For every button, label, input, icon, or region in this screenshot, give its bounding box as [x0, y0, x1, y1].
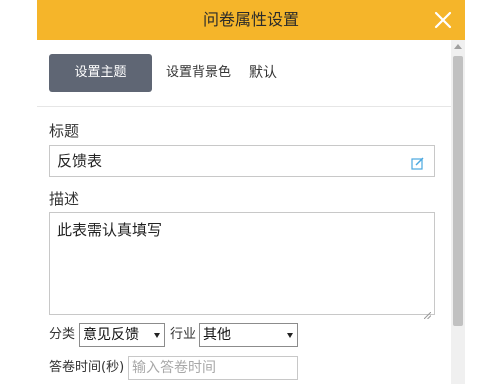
category-label: 分类 — [49, 327, 76, 342]
set-background-button[interactable]: 设置背景色 — [166, 54, 231, 92]
category-row: 分类 意见反馈 行业 其他 — [49, 323, 439, 347]
divider — [37, 106, 451, 107]
description-field[interactable]: 此表需认真填写 — [49, 212, 435, 320]
industry-selected: 其他 — [203, 327, 231, 343]
close-icon — [434, 11, 452, 29]
time-label: 答卷时间(秒) — [49, 360, 125, 375]
time-placeholder: 输入答卷时间 — [132, 360, 216, 376]
time-input[interactable]: 输入答卷时间 — [128, 356, 298, 380]
dialog-title: 问卷属性设置 — [202, 10, 299, 29]
default-button[interactable]: 默认 — [249, 54, 277, 92]
dialog-content: 设置主题 设置背景色 默认 标题 反馈表 描述 此表需认真填写 分类 意见反馈 … — [37, 40, 451, 384]
survey-properties-dialog: 问卷属性设置 设置主题 设置背景色 默认 标题 反馈表 描述 此表需认真填写 分… — [37, 0, 465, 384]
scroll-up-icon[interactable] — [454, 44, 462, 49]
category-select[interactable]: 意见反馈 — [79, 323, 165, 347]
dialog-titlebar: 问卷属性设置 — [37, 0, 465, 40]
title-field[interactable]: 反馈表 — [49, 145, 435, 177]
category-selected: 意见反馈 — [83, 327, 139, 343]
chevron-down-icon — [287, 333, 293, 338]
edit-icon[interactable] — [411, 155, 424, 170]
scrollbar[interactable] — [451, 40, 465, 384]
resize-grip-icon[interactable] — [423, 304, 432, 320]
title-label: 标题 — [49, 122, 80, 140]
industry-label: 行业 — [170, 327, 197, 342]
scroll-thumb[interactable] — [453, 56, 463, 326]
backdrop-left — [0, 0, 37, 384]
backdrop-right — [465, 0, 500, 384]
title-value: 反馈表 — [57, 152, 103, 170]
industry-select[interactable]: 其他 — [199, 323, 298, 347]
chevron-down-icon — [154, 333, 160, 338]
time-row: 答卷时间(秒) 输入答卷时间 — [49, 356, 439, 380]
description-value: 此表需认真填写 — [57, 221, 163, 239]
set-theme-button[interactable]: 设置主题 — [49, 54, 152, 92]
description-label: 描述 — [49, 190, 80, 208]
close-button[interactable] — [431, 8, 455, 32]
